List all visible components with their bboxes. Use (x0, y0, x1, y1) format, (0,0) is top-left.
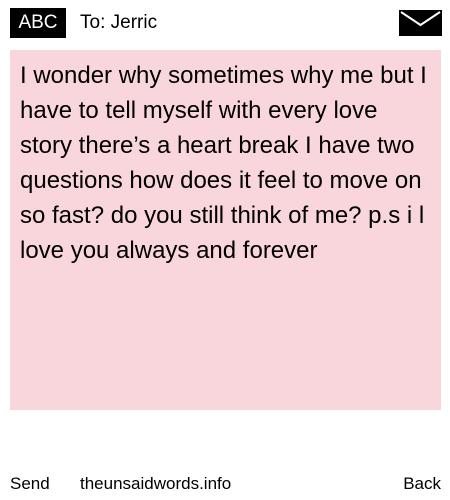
header: ABC To: Jerric (0, 0, 450, 44)
send-button[interactable]: Send (10, 470, 50, 498)
input-mode-badge[interactable]: ABC (10, 8, 66, 38)
message-body[interactable]: I wonder why sometimes why me but I have… (10, 50, 441, 410)
back-button[interactable]: Back (403, 470, 441, 498)
message-text: I wonder why sometimes why me but I have… (20, 62, 427, 264)
recipient-line: To: Jerric (80, 9, 157, 37)
to-label: To: (80, 12, 106, 33)
envelope-icon[interactable] (399, 10, 442, 36)
site-link[interactable]: theunsaidwords.info (80, 470, 231, 498)
recipient-name: Jerric (110, 12, 158, 33)
footer-bar: Send theunsaidwords.info Back (0, 470, 450, 498)
